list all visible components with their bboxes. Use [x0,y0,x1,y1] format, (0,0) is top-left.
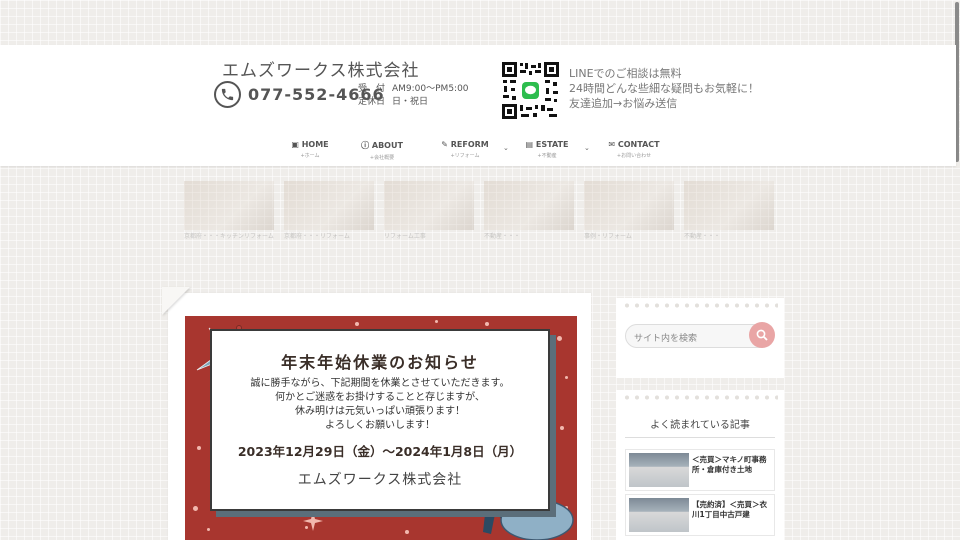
line-qr-code[interactable] [501,61,560,120]
sidebar-popular-widget: よく読まれている記事 ＜売買＞マキノ町事務所・倉庫付き土地 【売約済】＜売買＞衣… [616,390,784,540]
popular-post-thumbnail [629,498,689,532]
site-header: エムズワークス株式会社 077-552-4666 受 付 AM9:00〜PM5:0… [0,45,956,166]
popular-post-thumbnail [629,453,689,487]
notice-period: 2023年12月29日（金）〜2024年1月8日（月） [237,444,523,459]
search-button[interactable] [749,322,775,348]
line-info: LINEでのご相談は無料 24時間どんな些細な疑問もお気軽に！ 友達追加→お悩み… [569,67,759,110]
wrench-icon: ✎ [441,140,451,149]
carousel-thumbnail [684,181,774,230]
carousel-card[interactable]: 京都府・・・リフォーム [284,181,374,241]
nav-item-reform[interactable]: ✎ REFORM +リフォーム [420,140,510,159]
popular-post-item[interactable]: ＜売買＞マキノ町事務所・倉庫付き土地 [625,449,775,491]
carousel-thumbnail [384,181,474,230]
notice-signature: エムズワークス株式会社 [297,472,463,488]
carousel-thumbnail [184,181,274,230]
search-icon [756,329,768,341]
carousel-card[interactable]: リフォーム工事 [384,181,474,241]
page-corner-decoration [162,287,190,315]
nav-item-estate[interactable]: ▤ ESTATE +不動産 [502,140,592,159]
notice-title: 年末年始休業のお知らせ [281,353,479,372]
global-nav: ▣ HOME +ホーム ⓘ ABOUT +会社概要 ✎ REFORM +リフォー… [0,140,956,166]
carousel-card[interactable]: 京都府・・・キッチンリフォーム [184,181,274,241]
nav-item-contact[interactable]: ✉ CONTACT +お問い合わせ [589,140,679,159]
carousel-card[interactable]: 不動産・・・ [684,181,774,241]
question-icon: ⓘ [361,141,372,150]
business-hours: 受 付 AM9:00〜PM5:00 定休日 日・祝日 [358,84,469,107]
building-icon: ▤ [525,140,536,149]
sidebar-search-widget: サイト内を検索 [616,298,784,378]
carousel-thumbnail [484,181,574,230]
nav-item-about[interactable]: ⓘ ABOUT +会社概要 [337,140,427,161]
home-icon: ▣ [291,140,302,149]
popular-post-item[interactable]: 【売約済】＜売買＞衣川1丁目中古戸建 [625,494,775,536]
carousel-card[interactable]: 不動産・・・ [484,181,574,241]
mail-icon: ✉ [608,140,618,149]
carousel-thumbnail [284,181,374,230]
notice-body: 誠に勝手ながら、下記期間を休業とさせていただきます。 何かとご迷惑をお掛けするこ… [250,378,510,431]
popular-posts-title: よく読まれている記事 [650,420,750,431]
punch-hole-decoration [622,303,778,308]
phone-icon [214,81,241,108]
notice-card: 年末年始休業のお知らせ 誠に勝手ながら、下記期間を休業とさせていただきます。 何… [210,329,550,511]
divider [625,437,775,438]
featured-carousel: 京都府・・・キッチンリフォーム 京都府・・・リフォーム リフォーム工事 不動産・… [0,181,956,251]
carousel-card[interactable]: 事例・リフォーム [584,181,674,241]
carousel-thumbnail [584,181,674,230]
punch-hole-decoration [622,395,778,400]
company-name[interactable]: エムズワークス株式会社 [222,56,420,81]
